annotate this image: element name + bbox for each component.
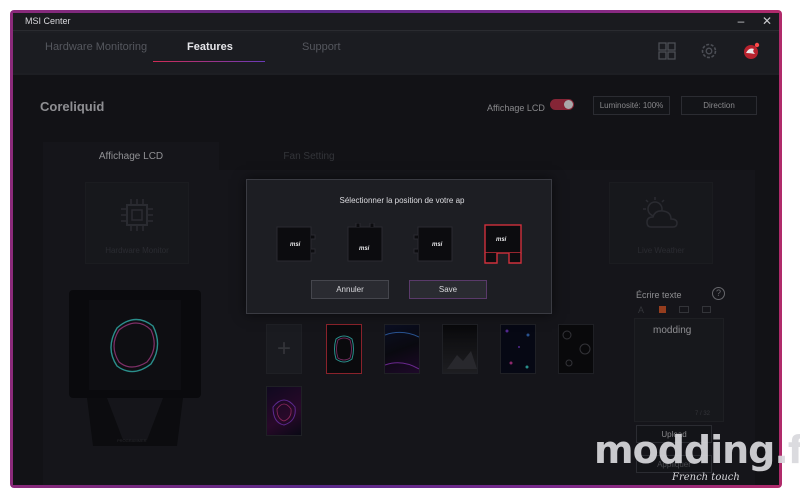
watermark-tagline: French touch [672, 472, 740, 483]
top-nav: Hardware Monitoring Features Support [13, 33, 779, 73]
svg-text:msi: msi [496, 237, 507, 243]
minimize-button[interactable]: – [733, 14, 749, 28]
dialog-title: Sélectionner la position de votre ap [339, 196, 465, 205]
active-tab-underline [153, 61, 265, 62]
close-button[interactable]: ✕ [759, 14, 775, 28]
svg-text:msi: msi [290, 242, 301, 248]
tab-hardware-monitoring[interactable]: Hardware Monitoring [45, 41, 147, 53]
svg-text:msi: msi [359, 246, 370, 252]
save-button[interactable]: Save [409, 280, 487, 299]
main-content: Coreliquid Affichage LCD Luminosité: 100… [13, 75, 779, 485]
tab-support[interactable]: Support [302, 41, 341, 53]
window-frame: MSI Center – ✕ Hardware Monitoring Featu… [10, 10, 782, 488]
watermark-logo: modding.fr [594, 428, 800, 472]
cancel-button[interactable]: Annuler [311, 280, 389, 299]
svg-text:msi: msi [432, 242, 443, 248]
position-dialog: Sélectionner la position de votre ap msi… [246, 179, 552, 314]
msi-dragon-icon[interactable] [741, 41, 761, 61]
position-option-1[interactable]: msi [275, 223, 317, 265]
grid-icon[interactable] [657, 41, 677, 61]
gear-icon[interactable] [699, 41, 719, 61]
window-title: MSI Center [25, 16, 71, 26]
tab-features[interactable]: Features [187, 41, 233, 53]
title-bar: MSI Center – ✕ [13, 13, 779, 31]
position-option-2[interactable]: msi [344, 223, 386, 265]
position-option-3[interactable]: msi [412, 223, 454, 265]
position-option-4[interactable]: msi [481, 223, 525, 265]
app-window: MSI Center – ✕ Hardware Monitoring Featu… [13, 13, 779, 485]
